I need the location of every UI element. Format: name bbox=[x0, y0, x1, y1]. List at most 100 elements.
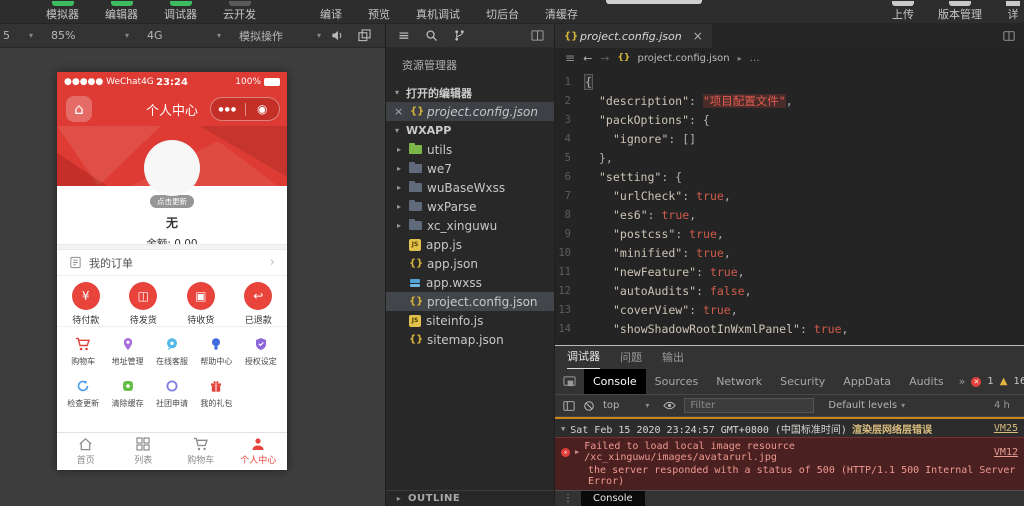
outline-section[interactable]: ▸ OUTLINE bbox=[386, 490, 554, 506]
tab-cart[interactable]: 购物车 bbox=[172, 433, 230, 470]
pending-ship-item[interactable]: ◫ 待发货 bbox=[115, 282, 173, 326]
code-editor[interactable]: 1{ 2 "description": "项目配置文件", 3 "packOptio… bbox=[555, 68, 1024, 345]
background-switch-button[interactable]: 切后台 bbox=[486, 9, 519, 20]
pending-receive-item[interactable]: ▣ 待收货 bbox=[172, 282, 230, 326]
file-app-json[interactable]: app.json bbox=[386, 254, 554, 273]
close-icon[interactable]: × bbox=[394, 105, 406, 118]
preview-button[interactable]: 预览 bbox=[368, 9, 390, 20]
folder-xc-xinguwu[interactable]: ▸ xc_xinguwu bbox=[386, 216, 554, 235]
filter-input[interactable] bbox=[684, 398, 815, 413]
file-siteinfo-js[interactable]: siteinfo.js bbox=[386, 311, 554, 330]
breadcrumb-file[interactable]: project.config.json bbox=[638, 53, 730, 64]
close-circle-icon[interactable]: ◉ bbox=[246, 102, 280, 116]
check-update-item[interactable]: 检查更新 bbox=[61, 377, 105, 409]
inspect-device-icon[interactable] bbox=[555, 375, 584, 388]
folder-wxparse[interactable]: ▸ wxParse bbox=[386, 197, 554, 216]
tab-output[interactable]: 输出 bbox=[662, 349, 684, 369]
clear-cache-button[interactable]: 清缓存 bbox=[545, 9, 578, 20]
toolbar-debugger-toggle[interactable]: 调试器 bbox=[164, 1, 197, 20]
tab-profile[interactable]: 个人中心 bbox=[230, 433, 288, 470]
update-badge[interactable]: 点击更新 bbox=[150, 195, 194, 208]
my-orders-row[interactable]: 我的订单 › bbox=[57, 250, 287, 276]
console-sidebar-icon[interactable] bbox=[563, 400, 575, 412]
community-apply-item[interactable]: 社团申请 bbox=[150, 377, 194, 409]
split-editor-icon[interactable] bbox=[1003, 24, 1015, 48]
error-badge-icon[interactable] bbox=[971, 376, 982, 387]
tab-debugger[interactable]: 调试器 bbox=[567, 348, 600, 369]
clear-cache-item[interactable]: 清除缓存 bbox=[105, 377, 149, 409]
panel-sources[interactable]: Sources bbox=[646, 369, 708, 394]
tab-project-config-json[interactable]: project.config.json × bbox=[555, 24, 712, 48]
file-sitemap-json[interactable]: sitemap.json bbox=[386, 330, 554, 349]
chevron-right-icon[interactable]: ▶ bbox=[575, 448, 579, 456]
toolbar-cloud-toggle[interactable]: 云开发 bbox=[223, 1, 256, 20]
toolbar-simulator-toggle[interactable]: 模拟器 bbox=[46, 1, 79, 20]
remote-debug-button[interactable]: 真机调试 bbox=[416, 9, 460, 20]
log-levels-dropdown[interactable]: Default levels ▾ bbox=[828, 400, 905, 411]
cart-item[interactable]: 购物车 bbox=[61, 335, 105, 367]
more-panels-icon[interactable]: » bbox=[953, 375, 972, 388]
toolbar-label: 详 bbox=[1007, 8, 1019, 20]
panel-security[interactable]: Security bbox=[771, 369, 834, 394]
version-manage-button[interactable]: 版本管理 bbox=[938, 1, 982, 20]
close-icon[interactable]: × bbox=[693, 29, 703, 43]
network-dropdown[interactable]: 4G ▾ bbox=[147, 29, 221, 42]
eye-icon[interactable] bbox=[663, 399, 677, 412]
customer-service-item[interactable]: 在线客服 bbox=[150, 335, 194, 367]
device-dropdown[interactable]: 5 ▾ bbox=[3, 29, 33, 42]
warning-badge-icon[interactable] bbox=[1000, 376, 1008, 387]
frame-context-dropdown[interactable]: top ▾ bbox=[603, 400, 649, 411]
sound-icon[interactable] bbox=[331, 29, 344, 42]
pending-payment-item[interactable]: ¥ 待付款 bbox=[57, 282, 115, 326]
panel-appdata[interactable]: AppData bbox=[834, 369, 900, 394]
project-root-section[interactable]: ▾ WXAPP bbox=[386, 121, 554, 140]
folder-wubasewxss[interactable]: ▸ wuBaseWxss bbox=[386, 178, 554, 197]
console-group-row[interactable]: ▼ Sat Feb 15 2020 23:24:57 GMT+0800 (中国标… bbox=[555, 419, 1024, 437]
panel-network[interactable]: Network bbox=[707, 369, 771, 394]
git-branch-icon[interactable] bbox=[453, 29, 466, 42]
zoom-dropdown[interactable]: 85% ▾ bbox=[51, 29, 129, 42]
chevron-down-icon[interactable]: ▼ bbox=[561, 425, 565, 433]
help-center-item[interactable]: 帮助中心 bbox=[194, 335, 238, 367]
avatar[interactable] bbox=[144, 140, 200, 196]
gift-pack-item[interactable]: 我的礼包 bbox=[194, 377, 238, 409]
search-icon[interactable] bbox=[425, 29, 438, 42]
upload-button[interactable]: 上传 bbox=[892, 1, 914, 20]
details-button[interactable]: 详 bbox=[1006, 1, 1020, 20]
toolbar-editor-toggle[interactable]: 编辑器 bbox=[105, 1, 138, 20]
panel-audits[interactable]: Audits bbox=[900, 369, 953, 394]
panel-console[interactable]: Console bbox=[584, 369, 646, 394]
source-link[interactable]: VM12 bbox=[994, 447, 1018, 458]
open-editors-section[interactable]: ▾ 打开的编辑器 bbox=[386, 83, 554, 102]
list-icon[interactable]: ≡ bbox=[398, 28, 410, 44]
folder-utils[interactable]: ▸ utils bbox=[386, 140, 554, 159]
open-editor-item[interactable]: ×project.config.json bbox=[386, 102, 554, 121]
compile-mode-dropdown[interactable] bbox=[606, 0, 702, 4]
breadcrumb-more[interactable]: … bbox=[750, 53, 760, 64]
split-editor-icon[interactable] bbox=[531, 29, 544, 42]
console-error-entry[interactable]: ▶ Failed to load local image resource /x… bbox=[555, 437, 1024, 490]
kebab-menu-icon[interactable]: ⋮ bbox=[563, 493, 573, 504]
clear-console-icon[interactable] bbox=[583, 400, 595, 412]
menu-icon[interactable]: ≡ bbox=[565, 51, 575, 65]
forward-arrow-icon[interactable]: → bbox=[600, 52, 609, 65]
file-app-js[interactable]: app.js bbox=[386, 235, 554, 254]
back-arrow-icon[interactable]: ← bbox=[583, 52, 592, 65]
screenshot-icon[interactable] bbox=[358, 29, 371, 42]
address-item[interactable]: 地址管理 bbox=[105, 335, 149, 367]
compile-button[interactable]: 编译 bbox=[320, 9, 342, 20]
tab-problems[interactable]: 问题 bbox=[620, 349, 642, 369]
home-button[interactable]: ⌂ bbox=[66, 96, 92, 122]
authorization-item[interactable]: 授权设定 bbox=[239, 335, 283, 367]
file-app-wxss[interactable]: app.wxss bbox=[386, 273, 554, 292]
drawer-tab-console[interactable]: Console bbox=[581, 491, 645, 506]
refunded-item[interactable]: ↩ 已退款 bbox=[230, 282, 288, 326]
simulate-action-dropdown[interactable]: 模拟操作 ▾ bbox=[239, 28, 321, 44]
tab-list[interactable]: 列表 bbox=[115, 433, 173, 470]
file-project-config-json[interactable]: project.config.json bbox=[386, 292, 554, 311]
source-link[interactable]: VM25 bbox=[994, 423, 1018, 434]
menu-dots-icon[interactable]: ●●● bbox=[211, 106, 245, 113]
tab-home[interactable]: 首页 bbox=[57, 433, 115, 470]
folder-we7[interactable]: ▸ we7 bbox=[386, 159, 554, 178]
console-output[interactable]: ▼ Sat Feb 15 2020 23:24:57 GMT+0800 (中国标… bbox=[555, 417, 1024, 490]
